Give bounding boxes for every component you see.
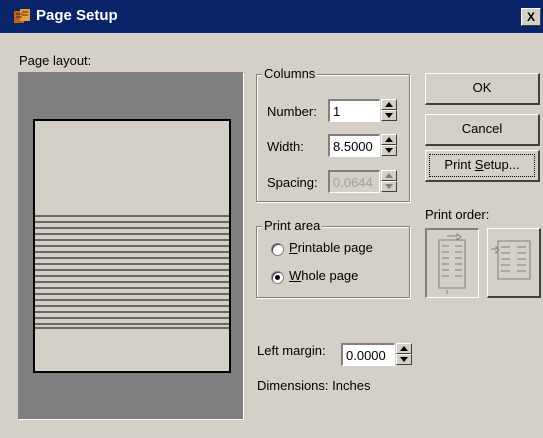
left-margin-spinner[interactable] [396, 343, 412, 366]
arrow-up-icon [385, 137, 393, 142]
app-icon [14, 9, 30, 23]
ok-button[interactable]: OK [425, 73, 540, 105]
print-area-group [256, 226, 410, 298]
arrow-down-icon [385, 113, 393, 118]
whole-page-radio[interactable] [271, 271, 284, 284]
page-setup-dialog: Page Setup X Page layout: Columns Number… [0, 0, 543, 438]
width-down-button[interactable] [381, 145, 397, 156]
number-input[interactable]: 1 [328, 99, 380, 122]
arrow-down-icon [400, 357, 408, 362]
columns-group-title: Columns [262, 66, 318, 81]
print-order-down-button[interactable] [425, 228, 479, 298]
arrow-up-icon [385, 173, 393, 178]
width-spinner[interactable] [381, 134, 397, 157]
close-icon: X [526, 10, 535, 24]
width-label: Width: [267, 139, 304, 154]
dimensions-text: Dimensions: Inches [257, 378, 371, 393]
arrow-down-icon [385, 184, 393, 189]
radio-selected-dot [275, 275, 280, 280]
print-setup-button[interactable]: Print Setup... [425, 150, 540, 182]
spacing-down-button [381, 181, 397, 192]
number-down-button[interactable] [381, 110, 397, 121]
number-spinner[interactable] [381, 99, 397, 122]
printable-page-label[interactable]: Printable page [289, 240, 373, 255]
print-area-group-title: Print area [262, 218, 323, 233]
focus-rectangle [429, 154, 535, 177]
page-layout-preview [18, 72, 244, 420]
number-label: Number: [267, 104, 317, 119]
close-button[interactable]: X [521, 8, 541, 26]
print-order-label: Print order: [425, 207, 490, 222]
number-up-button[interactable] [381, 99, 397, 110]
print-order-across-button[interactable] [487, 228, 541, 298]
spacing-input: 0.0644 [328, 170, 380, 193]
left-margin-down-button[interactable] [396, 354, 412, 365]
left-margin-label: Left margin: [257, 343, 326, 358]
title-bar[interactable]: Page Setup X [0, 0, 543, 33]
printable-page-radio[interactable] [271, 243, 284, 256]
text-lines-graphic [35, 215, 229, 329]
down-then-across-icon [438, 233, 466, 294]
spacing-spinner [381, 170, 397, 193]
arrow-down-icon [385, 148, 393, 153]
width-input[interactable]: 8.5000 [328, 134, 380, 157]
arrow-up-icon [385, 102, 393, 107]
page-sheet [33, 119, 231, 373]
left-margin-up-button[interactable] [396, 343, 412, 354]
spacing-label: Spacing: [267, 175, 318, 190]
whole-page-label[interactable]: Whole page [289, 268, 358, 283]
across-then-down-icon [491, 240, 531, 280]
page-layout-label: Page layout: [19, 53, 92, 68]
width-up-button[interactable] [381, 134, 397, 145]
window-title: Page Setup [36, 7, 118, 24]
arrow-up-icon [400, 346, 408, 351]
left-margin-input[interactable]: 0.0000 [341, 343, 395, 366]
cancel-button[interactable]: Cancel [425, 114, 540, 146]
spacing-up-button [381, 170, 397, 181]
